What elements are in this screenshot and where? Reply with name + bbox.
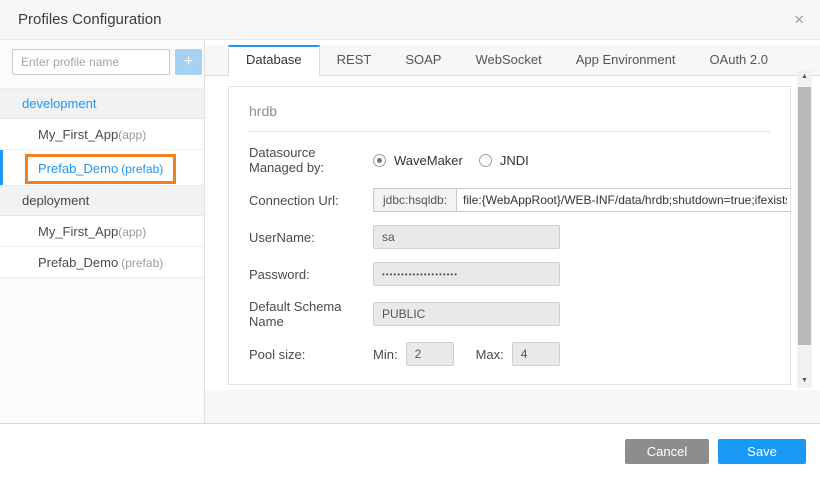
jdbc-prefix-addon: jdbc:hsqldb: [373, 188, 457, 212]
tab-soap[interactable]: SOAP [388, 45, 458, 75]
section-heading-data: Data [249, 379, 770, 385]
schema-label: Default Schema Name [249, 299, 373, 329]
password-row: Password: [249, 262, 770, 286]
tab-oauth[interactable]: OAuth 2.0 [692, 45, 785, 75]
datasource-radio-group: WaveMaker JNDI [373, 153, 545, 168]
connection-url-label: Connection Url: [249, 193, 373, 208]
profile-type-suffix: (app) [118, 128, 146, 142]
dialog-title: Profiles Configuration [18, 11, 161, 28]
sidebar-item-my-first-app-dev[interactable]: My_First_App(app) [0, 119, 204, 150]
username-row: UserName: [249, 225, 770, 249]
schema-row: Default Schema Name [249, 299, 770, 329]
wavemaker-radio[interactable] [373, 154, 386, 167]
dialog-header: Profiles Configuration × [0, 0, 820, 40]
main-panel: Database REST SOAP WebSocket App Environ… [205, 40, 820, 423]
tab-rest[interactable]: REST [320, 45, 389, 75]
username-input[interactable] [373, 225, 560, 249]
tab-app-environment[interactable]: App Environment [559, 45, 693, 75]
password-label: Password: [249, 267, 373, 282]
profile-type-suffix: (app) [118, 225, 146, 239]
scroll-up-icon[interactable]: ▲ [797, 70, 812, 84]
dialog-body: + development My_First_App(app) Prefab_D… [0, 40, 820, 423]
connection-url-input[interactable] [457, 188, 791, 212]
tab-database[interactable]: Database [228, 45, 320, 76]
profiles-configuration-dialog: Profiles Configuration × + development M… [0, 0, 820, 478]
profiles-sidebar: + development My_First_App(app) Prefab_D… [0, 40, 205, 423]
panel-bottom-strip [205, 390, 820, 423]
close-icon[interactable]: × [794, 11, 804, 28]
vertical-scrollbar[interactable]: ▲ ▼ [797, 70, 812, 388]
jndi-radio[interactable] [479, 154, 492, 167]
pool-max-input[interactable] [512, 342, 560, 366]
profile-type-suffix: (prefab) [121, 162, 163, 176]
profile-name: My_First_App [38, 224, 118, 239]
wavemaker-radio-label[interactable]: WaveMaker [394, 153, 463, 168]
profile-list: development My_First_App(app) Prefab_Dem… [0, 88, 204, 278]
tab-content: hrdb Datasource Managed by: WaveMaker JN… [205, 76, 820, 390]
sidebar-item-prefab-demo-deploy[interactable]: Prefab_Demo(prefab) [0, 247, 204, 278]
annotation-highlight-box: Prefab_Demo(prefab) [25, 154, 176, 184]
tab-websocket[interactable]: WebSocket [458, 45, 558, 75]
profile-name: Prefab_Demo [38, 161, 118, 176]
datasource-label: Datasource Managed by: [249, 145, 373, 175]
sidebar-group-deployment[interactable]: deployment [0, 186, 204, 216]
cancel-button[interactable]: Cancel [625, 439, 709, 464]
username-label: UserName: [249, 230, 373, 245]
sidebar-item-prefab-demo-dev[interactable]: Prefab_Demo(prefab) [0, 150, 204, 186]
password-input[interactable] [373, 262, 560, 286]
profile-search-row: + [0, 40, 204, 84]
sidebar-item-my-first-app-deploy[interactable]: My_First_App(app) [0, 216, 204, 247]
pool-size-row: Pool size: Min: Max: [249, 342, 770, 366]
sidebar-group-development[interactable]: development [0, 89, 204, 119]
scrollbar-thumb[interactable] [798, 87, 811, 345]
connection-url-row: Connection Url: jdbc:hsqldb: [249, 188, 770, 212]
profile-name: Prefab_Demo [38, 255, 118, 270]
pool-min-input[interactable] [406, 342, 454, 366]
datasource-row: Datasource Managed by: WaveMaker JNDI [249, 145, 770, 175]
save-button[interactable]: Save [718, 439, 806, 464]
profile-name: My_First_App [38, 127, 118, 142]
profile-name-input[interactable] [12, 49, 170, 75]
connection-url-group: jdbc:hsqldb: [373, 188, 791, 212]
add-profile-button[interactable]: + [175, 49, 202, 75]
database-config-card: hrdb Datasource Managed by: WaveMaker JN… [228, 86, 791, 385]
profile-type-suffix: (prefab) [121, 256, 163, 270]
section-heading-hrdb: hrdb [249, 97, 770, 132]
pool-max-label: Max: [476, 347, 504, 362]
dialog-footer: Cancel Save [0, 423, 820, 478]
schema-input[interactable] [373, 302, 560, 326]
jndi-radio-label[interactable]: JNDI [500, 153, 529, 168]
config-tabbar: Database REST SOAP WebSocket App Environ… [205, 45, 820, 76]
pool-size-label: Pool size: [249, 347, 373, 362]
pool-min-label: Min: [373, 347, 398, 362]
scroll-down-icon[interactable]: ▼ [797, 374, 812, 388]
